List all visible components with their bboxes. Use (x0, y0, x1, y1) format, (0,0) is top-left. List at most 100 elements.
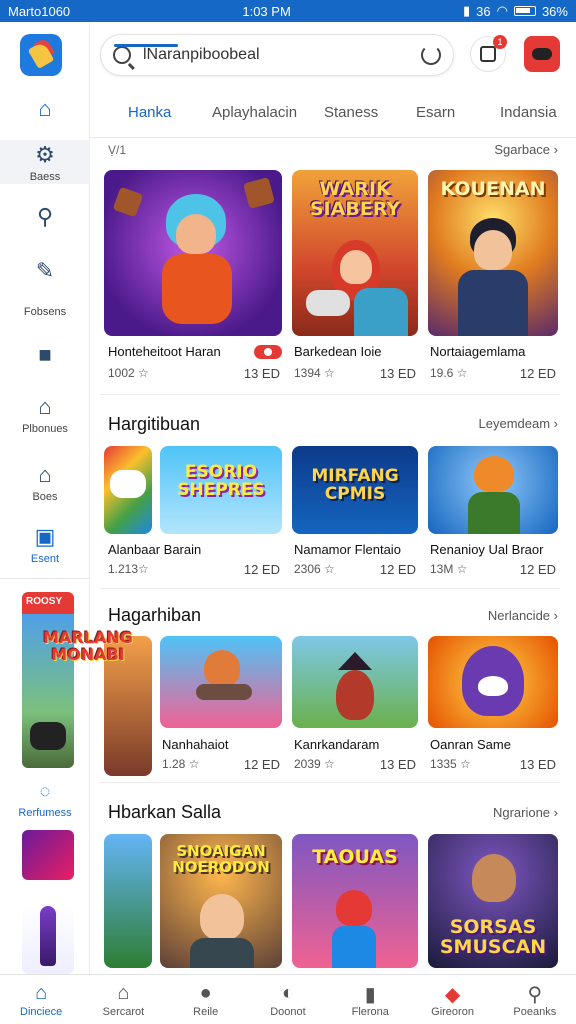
section-divider (100, 394, 560, 395)
section-title: Hargitibuan (108, 414, 201, 434)
game-title: Barkedean Ioie (294, 344, 382, 359)
toggle-icon[interactable] (254, 345, 282, 359)
battery-label: 36% (541, 3, 568, 19)
game-card[interactable] (292, 636, 418, 728)
game-card[interactable]: SNOAIGAN NOERODON (160, 834, 282, 968)
game-title: Honteheitoot Haran (108, 344, 221, 359)
rail-label: Rerfumess (18, 807, 72, 819)
rail-library[interactable]: ■ (0, 342, 90, 368)
search-icon: ⚲ (527, 983, 543, 1006)
rail-label: Esent (30, 553, 60, 565)
game-rating: 1.213☆ (108, 562, 149, 576)
character-body (190, 938, 254, 968)
promo-banner[interactable]: ROOSY (22, 592, 74, 768)
character-head (474, 456, 514, 492)
store-badge: 1 (493, 35, 507, 49)
pen-icon: ✎ (35, 258, 55, 283)
side-rail: ⌂ ⚙ Baess ⚲ ✎ Fobsens ■ ⌂ Plbonues ⌂ Boe… (0, 22, 90, 974)
rail-plbonues[interactable]: ⌂ Plbonues (0, 394, 90, 435)
game-card[interactable] (104, 170, 282, 336)
game-title: Nortaiagemlama (430, 344, 526, 359)
game-title: Kanrkandaram (294, 737, 380, 752)
nav-reile[interactable]: ● Reile (165, 975, 247, 1024)
game-price: 12 ED (243, 562, 280, 577)
game-rating: 1335 ☆ (430, 757, 471, 771)
see-more-link[interactable]: Sgarbace (494, 142, 558, 157)
tab-indansia[interactable]: Indansia (500, 104, 557, 121)
nav-label: Sercarot (102, 1005, 145, 1018)
nav-sercarot[interactable]: ⌂ Sercarot (82, 975, 164, 1024)
game-rating: 2039 ☆ (294, 757, 335, 771)
square-icon: ■ (38, 342, 52, 367)
game-card[interactable] (428, 446, 558, 534)
game-art-title: ESORIO SHEPRES (177, 462, 265, 500)
game-card[interactable] (160, 636, 282, 728)
promo-thumb[interactable] (22, 830, 74, 880)
rail-baess[interactable]: ⚙ Baess (0, 140, 90, 184)
store-button[interactable]: 1 (470, 35, 507, 72)
promo-tag: ROOSY (26, 596, 63, 607)
game-card[interactable] (428, 636, 558, 728)
game-price: 13 ED (243, 366, 280, 381)
nav-label: Reile (193, 1005, 219, 1018)
character-body (162, 254, 232, 324)
game-card[interactable]: TAOUAS (292, 834, 418, 968)
character-face (176, 214, 216, 254)
controller-icon (306, 290, 350, 316)
game-card[interactable]: MIRFANG CPMIS (292, 446, 418, 534)
see-more-link[interactable]: Leyemdeam (479, 416, 559, 431)
rail-search[interactable]: ⚲ (0, 204, 90, 230)
tab-esarn[interactable]: Esarn (416, 104, 455, 121)
game-card[interactable] (104, 834, 152, 968)
nav-gireoron[interactable]: ◆ Gireoron (411, 975, 493, 1024)
game-card[interactable]: KOUENAN (428, 170, 558, 336)
game-button[interactable] (524, 36, 560, 72)
game-card[interactable]: SORSAS SMUSCAN (428, 834, 558, 968)
rail-boes[interactable]: ⌂ Boes (0, 462, 90, 503)
game-card[interactable] (104, 446, 152, 534)
nav-poeanks[interactable]: ⚲ Poeanks (494, 975, 576, 1024)
character-body (354, 288, 408, 336)
character-face (472, 854, 516, 902)
search-input[interactable] (143, 46, 421, 64)
tab-staness[interactable]: Staness (324, 104, 378, 121)
nav-label: Flerona (351, 1005, 389, 1018)
cap-icon: ⌂ (38, 462, 52, 487)
wifi-icon: ◠ (496, 3, 508, 18)
tag-icon: ▮ (364, 983, 376, 1006)
refresh-icon[interactable] (421, 45, 441, 65)
skateboard-icon (196, 684, 252, 700)
tab-hanka[interactable]: Hanka (128, 104, 171, 121)
hat-icon (338, 652, 372, 670)
section-title: Hagarhiban (108, 605, 202, 625)
game-card[interactable]: ESORIO SHEPRES (160, 446, 282, 534)
see-more-link[interactable]: Nerlancide (488, 608, 558, 623)
search-bar[interactable] (100, 34, 454, 76)
gamepad-icon (532, 48, 552, 60)
game-art-title: MARLANG MONABI (43, 628, 133, 664)
game-icon: ◆ (444, 983, 461, 1006)
rail-rerfumess[interactable]: ◌ Rerfumess (0, 778, 90, 820)
game-title: Renanioy Ual Braor (430, 542, 544, 557)
game-rating: 1002 ☆ (108, 366, 149, 380)
rocket-icon (40, 906, 56, 966)
tab-aplayhalacin[interactable]: Aplayhalacin (212, 104, 297, 121)
nav-dinciece[interactable]: ⌂ Dinciece (0, 975, 82, 1024)
rail-fobsens[interactable]: ✎ Fobsens (0, 258, 90, 318)
rail-home[interactable]: ⌂ (0, 96, 90, 122)
nav-label: Gireoron (431, 1005, 474, 1018)
tab-indicator (114, 44, 178, 47)
rail-esent[interactable]: ▣ Esent (0, 524, 90, 565)
game-card[interactable]: WARIK SIABERY (292, 170, 418, 336)
see-more-link[interactable]: Ngrarione (493, 805, 558, 820)
rocket-thumb[interactable] (22, 902, 74, 974)
app-logo[interactable] (20, 34, 62, 76)
nav-label: Poeanks (513, 1005, 557, 1018)
nav-flerona[interactable]: ▮ Flerona (329, 975, 411, 1024)
character-face (200, 894, 244, 940)
home-icon: ⌂ (35, 981, 48, 1004)
nav-doonot[interactable]: ◐ Doonot (247, 975, 329, 1024)
character-body (336, 670, 374, 720)
game-rating: 19.6 ☆ (430, 366, 468, 380)
search-icon: ⚲ (36, 204, 54, 229)
